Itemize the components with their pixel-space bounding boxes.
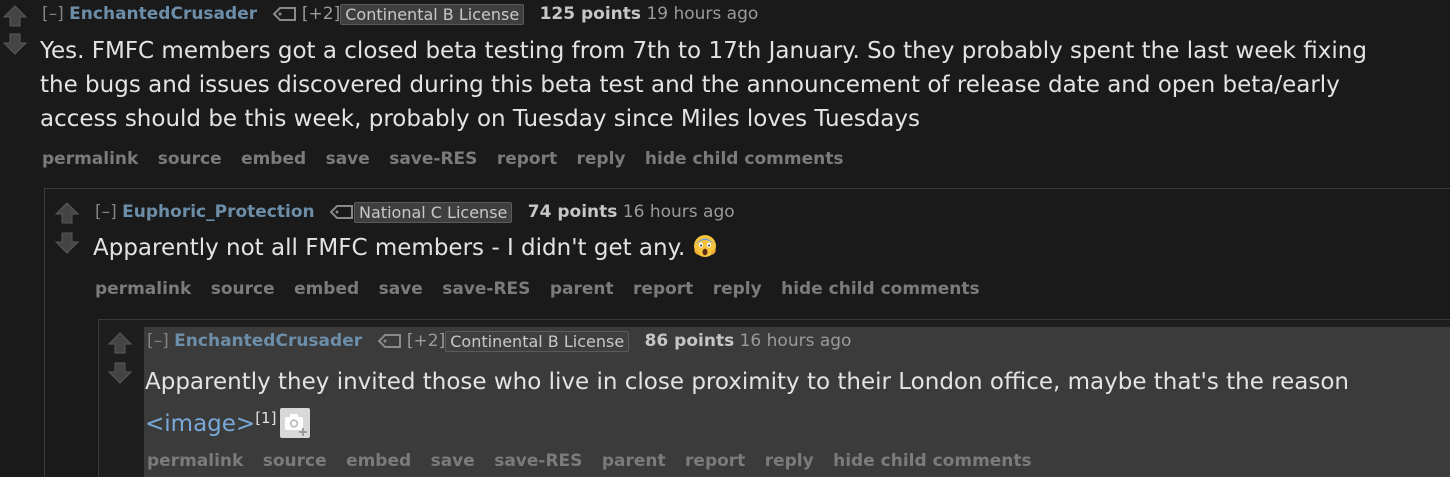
author-link[interactable]: EnchantedCrusader — [69, 4, 257, 24]
image-link[interactable]: <image> — [145, 411, 255, 437]
author-link[interactable]: EnchantedCrusader — [174, 331, 362, 351]
save-link[interactable]: save — [326, 149, 370, 169]
screaming-face-emoji-icon — [693, 234, 717, 258]
timestamp: 19 hours ago — [646, 4, 759, 24]
comment-body: Yes. FMFC members got a closed beta test… — [40, 34, 1367, 136]
permalink-link[interactable]: permalink — [42, 149, 138, 169]
comment-tagline: [–] EnchantedCrusader [+2] Continental B … — [42, 3, 758, 25]
upvote-arrow-icon[interactable] — [54, 201, 80, 225]
upvote-arrow-icon[interactable] — [107, 331, 133, 355]
reply-link[interactable]: reply — [765, 451, 814, 471]
user-flair: Continental B License — [445, 330, 630, 352]
tag-icon[interactable] — [330, 205, 354, 219]
source-link[interactable]: source — [211, 279, 275, 299]
collapse-toggle[interactable]: [–] — [95, 202, 117, 222]
upvote-arrow-icon[interactable] — [2, 4, 28, 28]
comment-tagline: [–] Euphoric_Protection National C Licen… — [95, 201, 735, 223]
parent-link[interactable]: parent — [550, 279, 614, 299]
vote-arrows — [2, 4, 28, 56]
score: 74 points — [527, 202, 618, 222]
source-link[interactable]: source — [158, 149, 222, 169]
save-link[interactable]: save — [379, 279, 423, 299]
downvote-arrow-icon[interactable] — [54, 231, 80, 255]
comment-body-line: Yes. FMFC members got a closed beta test… — [40, 38, 1367, 64]
save-res-link[interactable]: save-RES — [494, 451, 582, 471]
vote-arrows — [107, 331, 133, 387]
flair-count[interactable]: [+2] — [407, 331, 445, 351]
embed-link[interactable]: embed — [294, 279, 359, 299]
comment-body: Apparently they invited those who live i… — [145, 361, 1349, 445]
footnote-marker[interactable]: [1] — [255, 409, 276, 427]
user-flair: National C License — [354, 201, 513, 223]
hide-child-comments-link[interactable]: hide child comments — [833, 451, 1032, 471]
score: 125 points — [539, 4, 642, 24]
comment-tagline: [–] EnchantedCrusader [+2] Continental B … — [147, 330, 851, 352]
user-flair: Continental B License — [340, 3, 525, 25]
permalink-link[interactable]: permalink — [95, 279, 191, 299]
camera-icon[interactable] — [280, 408, 311, 438]
embed-link[interactable]: embed — [346, 451, 411, 471]
timestamp: 16 hours ago — [622, 202, 735, 222]
save-res-link[interactable]: save-RES — [442, 279, 530, 299]
downvote-arrow-icon[interactable] — [107, 361, 133, 385]
flair-count[interactable]: [+2] — [302, 4, 340, 24]
save-link[interactable]: save — [431, 451, 475, 471]
permalink-link[interactable]: permalink — [147, 451, 243, 471]
score: 86 points — [644, 331, 735, 351]
tag-icon[interactable] — [377, 334, 402, 348]
comment-body-text: Apparently not all FMFC members - I didn… — [93, 235, 686, 261]
reply-link[interactable]: reply — [577, 149, 626, 169]
reply-link[interactable]: reply — [713, 279, 762, 299]
comment-buttons: permalink source embed save save-RES par… — [95, 278, 994, 300]
embed-link[interactable]: embed — [241, 149, 306, 169]
downvote-arrow-icon[interactable] — [2, 32, 28, 56]
hide-child-comments-link[interactable]: hide child comments — [781, 279, 980, 299]
report-link[interactable]: report — [685, 451, 745, 471]
hide-child-comments-link[interactable]: hide child comments — [645, 149, 844, 169]
comment-body-line: <image>[1] — [145, 403, 1349, 445]
author-link[interactable]: Euphoric_Protection — [122, 202, 314, 222]
timestamp: 16 hours ago — [739, 331, 852, 351]
parent-link[interactable]: parent — [602, 451, 666, 471]
comment-body: Apparently not all FMFC members - I didn… — [93, 231, 717, 265]
report-link[interactable]: report — [633, 279, 693, 299]
save-res-link[interactable]: save-RES — [389, 149, 477, 169]
comment-body-line: Apparently they invited those who live i… — [145, 369, 1349, 395]
comment-buttons: permalink source embed save save-RES par… — [147, 450, 1046, 472]
collapse-toggle[interactable]: [–] — [42, 4, 64, 24]
vote-arrows — [54, 201, 80, 257]
comment-body-line: access should be this week, probably on … — [40, 106, 920, 132]
source-link[interactable]: source — [263, 451, 327, 471]
tag-icon[interactable] — [272, 7, 297, 21]
comment-body-line: the bugs and issues discovered during th… — [40, 72, 1340, 98]
collapse-toggle[interactable]: [–] — [147, 331, 169, 351]
comment-buttons: permalink source embed save save-RES rep… — [42, 148, 857, 170]
report-link[interactable]: report — [497, 149, 557, 169]
